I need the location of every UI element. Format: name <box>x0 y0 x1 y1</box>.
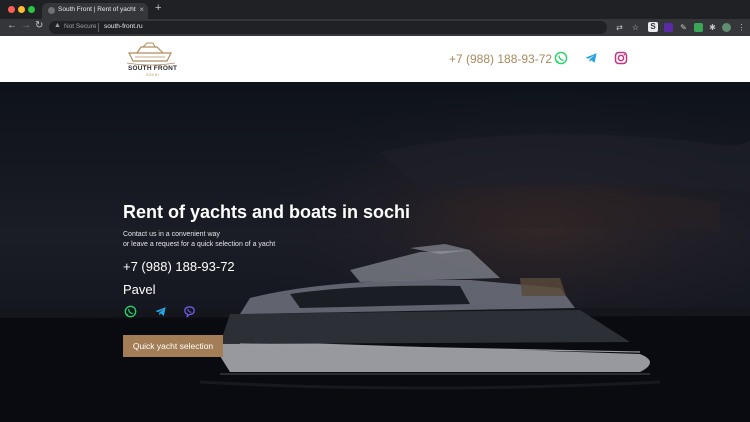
forward-icon[interactable]: → <box>21 20 31 31</box>
tab-title: South Front | Rent of yachts an <box>58 6 136 13</box>
telegram-icon[interactable] <box>584 51 598 65</box>
url-text[interactable]: south-front.ru <box>104 23 143 30</box>
instagram-icon[interactable] <box>614 51 628 65</box>
maximize-window-button[interactable] <box>28 6 35 13</box>
extension-s-icon[interactable]: S <box>648 22 658 32</box>
site-header: SOUTH FRONT SOCHI +7 (988) 188-93-72 <box>0 36 750 82</box>
profile-avatar[interactable] <box>722 23 731 32</box>
warning-icon: ▲ <box>54 22 61 29</box>
favicon-icon <box>48 7 55 14</box>
browser-menu-icon[interactable]: ⋮ <box>737 23 746 32</box>
extension-pen-icon[interactable]: ✎ <box>679 23 688 32</box>
logo-subtext: SOCHI <box>146 73 160 77</box>
hero-section: Rent of yachts and boats in sochi Contac… <box>0 82 750 422</box>
hero-yacht-background <box>0 82 750 422</box>
url-separator <box>98 23 99 32</box>
extensions-puzzle-icon[interactable]: ✱ <box>708 23 717 32</box>
close-window-button[interactable] <box>8 6 15 13</box>
logo-text: SOUTH FRONT <box>128 65 178 72</box>
translate-icon[interactable]: ⇄ <box>615 23 624 32</box>
tab-close-icon[interactable]: × <box>139 5 144 14</box>
hero-phone-link[interactable]: +7 (988) 188-93-72 <box>123 259 235 274</box>
address-bar[interactable]: ▲ Not Secure south-front.ru <box>49 21 607 34</box>
bookmark-star-icon[interactable]: ☆ <box>631 23 640 32</box>
hero-title: Rent of yachts and boats in sochi <box>123 202 411 222</box>
extension-green-icon[interactable] <box>694 23 703 32</box>
browser-tab[interactable]: South Front | Rent of yachts an × <box>42 3 148 19</box>
quick-yacht-selection-button[interactable]: Quick yacht selection <box>123 335 223 357</box>
whatsapp-icon[interactable] <box>124 305 137 318</box>
telegram-icon[interactable] <box>154 305 167 318</box>
minimize-window-button[interactable] <box>18 6 25 13</box>
browser-toolbar: ← → ↻ ▲ Not Secure south-front.ru ⇄ ☆ S … <box>0 19 750 36</box>
hero-contact-line: Contact us in a convenient way <box>123 231 220 238</box>
back-icon[interactable]: ← <box>7 20 17 31</box>
browser-tab-bar: South Front | Rent of yachts an × + <box>0 0 750 19</box>
header-phone-link[interactable]: +7 (988) 188-93-72 <box>449 52 552 66</box>
security-label[interactable]: Not Secure <box>64 23 97 30</box>
reload-icon[interactable]: ↻ <box>35 20 43 31</box>
hero-request-line: or leave a request for a quick selection… <box>123 241 276 248</box>
contact-name: Pavel <box>123 282 156 297</box>
whatsapp-icon[interactable] <box>554 51 568 65</box>
extension-purple-icon[interactable] <box>664 23 673 32</box>
new-tab-button[interactable]: + <box>155 2 161 14</box>
viber-icon[interactable] <box>183 305 196 318</box>
